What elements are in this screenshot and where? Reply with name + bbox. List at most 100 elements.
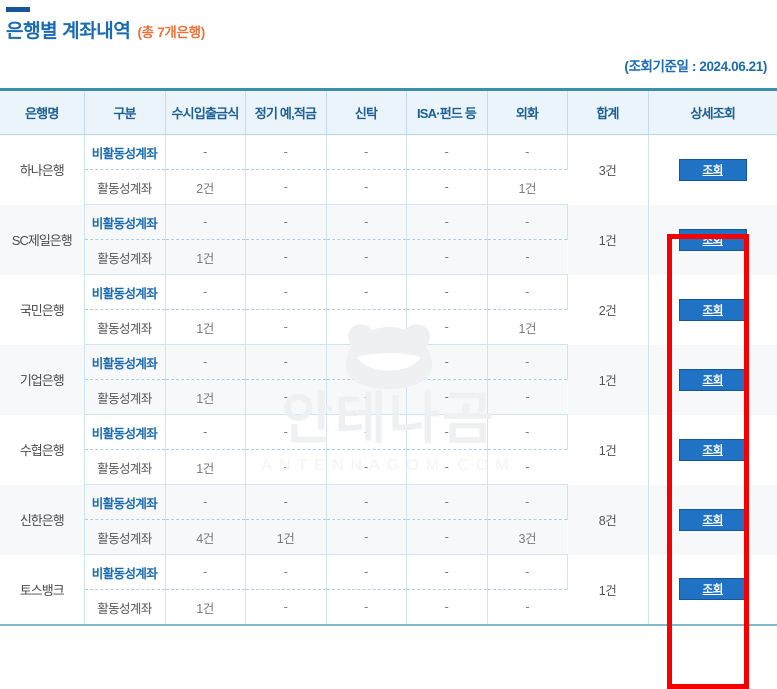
cell-inactive-demand: - <box>165 414 246 450</box>
cell-detail: 조회 <box>648 134 777 205</box>
cell-active-trust: - <box>326 519 407 555</box>
table-row: SC제일은행 비활동성계좌 - - - - -1건 조회 <box>0 204 777 275</box>
column-header-trust: 신탁 <box>326 89 407 135</box>
table-header-row: 은행명 구분 수시입출금식 정기 예,적금 신탁 ISA·펀드 등 외화 합계 … <box>0 89 777 135</box>
cell-active-trust: - <box>326 449 407 485</box>
cell-inactive-forex: - <box>487 134 568 170</box>
cell-active-savings: - <box>245 449 327 485</box>
column-header-demand: 수시입출금식 <box>165 89 246 135</box>
cell-active-isa: - <box>406 169 488 205</box>
cell-inactive-trust: - <box>326 414 407 450</box>
cell-detail: 조회 <box>648 484 777 555</box>
table-row: 기업은행 비활동성계좌 - - - - -1건 조회 <box>0 344 777 415</box>
cell-inactive-demand: - <box>165 134 246 170</box>
cell-active-demand: 1건 <box>165 309 246 345</box>
cell-active-savings: - <box>245 309 327 345</box>
cell-active-forex: 1건 <box>487 169 567 205</box>
cell-active-forex: - <box>487 449 567 485</box>
column-header-bank: 은행명 <box>0 89 85 135</box>
accounts-table-container: 안테나곰 ANTENNAGOM.COM 은행명 구분 수시입출금식 정기 예,적… <box>0 88 777 689</box>
cell-bank-name: 신한은행 <box>0 484 85 555</box>
cell-inactive-isa: - <box>406 274 488 310</box>
table-row: 신한은행 비활동성계좌 - - - - -8건 조회 <box>0 484 777 555</box>
cell-active-forex: 1건 <box>487 309 567 345</box>
cell-inactive-trust: - <box>326 274 407 310</box>
cell-detail: 조회 <box>648 414 777 485</box>
cell-inactive-isa: - <box>406 554 488 590</box>
cell-inactive-isa: - <box>406 344 488 380</box>
cell-active-isa: - <box>406 519 488 555</box>
cell-inactive-trust: - <box>326 344 407 380</box>
cell-active-demand: 2건 <box>165 169 246 205</box>
column-header-savings: 정기 예,적금 <box>245 89 327 135</box>
cell-type-inactive: 비활동성계좌 <box>84 344 166 380</box>
table-row: 토스뱅크 비활동성계좌 - - - - -1건 조회 <box>0 554 777 625</box>
detail-inquiry-button[interactable]: 조회 <box>678 438 747 461</box>
cell-inactive-savings: - <box>245 274 327 310</box>
cell-total: 8건 <box>567 484 649 555</box>
detail-inquiry-button[interactable]: 조회 <box>678 158 747 181</box>
cell-inactive-savings: - <box>245 414 327 450</box>
cell-inactive-forex: - <box>487 344 568 380</box>
detail-inquiry-button[interactable]: 조회 <box>678 508 747 531</box>
cell-type-inactive: 비활동성계좌 <box>84 484 166 520</box>
cell-active-demand: 1건 <box>165 239 246 275</box>
cell-inactive-forex: - <box>487 274 568 310</box>
cell-bank-name: 국민은행 <box>0 274 85 345</box>
cell-type-active: 활동성계좌 <box>84 379 166 415</box>
cell-type-inactive: 비활동성계좌 <box>84 274 166 310</box>
title-accent-bar <box>6 7 30 12</box>
accounts-table: 은행명 구분 수시입출금식 정기 예,적금 신탁 ISA·펀드 등 외화 합계 … <box>0 88 777 626</box>
cell-active-trust: - <box>326 239 407 275</box>
detail-inquiry-button[interactable]: 조회 <box>678 368 747 391</box>
cell-detail: 조회 <box>648 344 777 415</box>
cell-bank-name: 하나은행 <box>0 134 85 205</box>
cell-total: 3건 <box>567 134 649 205</box>
cell-inactive-forex: - <box>487 484 568 520</box>
cell-active-isa: - <box>406 239 488 275</box>
column-header-forex: 외화 <box>487 89 568 135</box>
cell-inactive-isa: - <box>406 204 488 240</box>
cell-active-savings: - <box>245 169 327 205</box>
cell-inactive-demand: - <box>165 554 246 590</box>
cell-inactive-savings: - <box>245 134 327 170</box>
cell-detail: 조회 <box>648 554 777 625</box>
page-header: 은행별 계좌내역 (총 7개은행) (조회기준일 : 2024.06.21) <box>0 0 777 88</box>
cell-type-active: 활동성계좌 <box>84 239 166 275</box>
table-row: 하나은행 비활동성계좌 - - - - -3건 조회 <box>0 134 777 205</box>
column-header-isa: ISA·펀드 등 <box>406 89 488 135</box>
cell-active-isa: - <box>406 449 488 485</box>
cell-active-forex: - <box>487 239 567 275</box>
cell-bank-name: SC제일은행 <box>0 204 85 275</box>
cell-type-active: 활동성계좌 <box>84 309 166 345</box>
cell-inactive-trust: - <box>326 554 407 590</box>
cell-active-savings: 1건 <box>245 519 327 555</box>
cell-active-trust: - <box>326 379 407 415</box>
cell-inactive-trust: - <box>326 134 407 170</box>
cell-inactive-isa: - <box>406 134 488 170</box>
cell-detail: 조회 <box>648 204 777 275</box>
cell-inactive-trust: - <box>326 204 407 240</box>
cell-bank-name: 기업은행 <box>0 344 85 415</box>
cell-active-savings: - <box>245 379 327 415</box>
cell-active-forex: 3건 <box>487 519 567 555</box>
column-header-detail: 상세조회 <box>648 89 777 135</box>
cell-inactive-demand: - <box>165 344 246 380</box>
as-of-date-label: (조회기준일 : 2024.06.21) <box>624 59 767 74</box>
cell-total: 1건 <box>567 344 649 415</box>
column-header-total: 합계 <box>567 89 649 135</box>
cell-active-savings: - <box>245 239 327 275</box>
cell-active-isa: - <box>406 379 488 415</box>
cell-detail: 조회 <box>648 274 777 345</box>
cell-type-inactive: 비활동성계좌 <box>84 554 166 590</box>
page-title-row: 은행별 계좌내역 (총 7개은행) <box>6 16 205 43</box>
detail-inquiry-button[interactable]: 조회 <box>678 578 747 601</box>
table-row: 수협은행 비활동성계좌 - - - - -1건 조회 <box>0 414 777 485</box>
cell-active-demand: 4건 <box>165 519 246 555</box>
cell-active-trust: - <box>326 169 407 205</box>
cell-inactive-demand: - <box>165 204 246 240</box>
detail-inquiry-button[interactable]: 조회 <box>678 228 747 251</box>
cell-type-active: 활동성계좌 <box>84 519 166 555</box>
cell-total: 1건 <box>567 554 649 625</box>
detail-inquiry-button[interactable]: 조회 <box>678 298 747 321</box>
